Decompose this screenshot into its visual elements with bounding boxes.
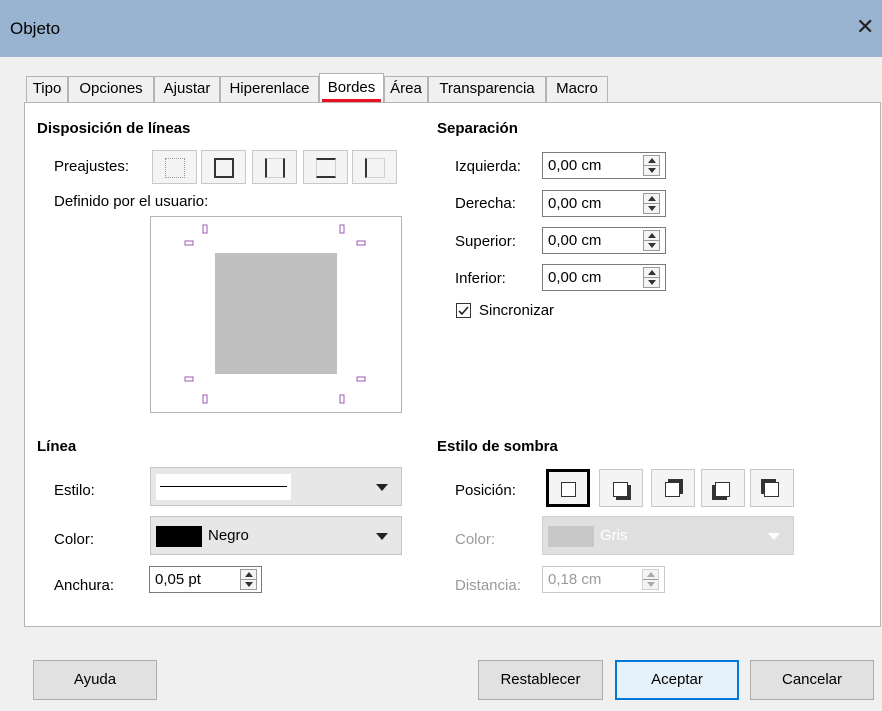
shadow-top-right-button[interactable] <box>651 469 695 507</box>
line-color-select[interactable]: Negro <box>150 516 402 555</box>
tab-opciones[interactable]: Opciones <box>68 76 154 102</box>
tab-bordes[interactable]: Bordes <box>319 73 384 102</box>
tab-ajustar[interactable]: Ajustar <box>154 76 220 102</box>
shadow-bottom-left-button[interactable] <box>701 469 745 507</box>
shadow-color-select[interactable]: Gris <box>542 516 794 555</box>
tab-hiperenlace[interactable]: Hiperenlace <box>220 76 319 102</box>
cancel-button[interactable]: Cancelar <box>750 660 874 700</box>
shadow-top-left-button[interactable] <box>750 469 794 507</box>
bottom-spacing-label: Inferior: <box>455 270 506 287</box>
shadow-color-label: Color: <box>455 531 496 548</box>
preset-left-button[interactable] <box>352 150 397 184</box>
preset-left-right-button[interactable] <box>252 150 297 184</box>
chevron-down-icon <box>376 533 388 540</box>
line-width-value: 0,05 pt <box>155 571 201 588</box>
bottom-spacing-spinner[interactable] <box>643 267 660 288</box>
shadow-none-button[interactable] <box>546 469 590 507</box>
tab-tipo[interactable]: Tipo <box>26 76 68 102</box>
bottom-spacing-value: 0,00 cm <box>548 269 602 286</box>
shadow-bottom-right-button[interactable] <box>599 469 643 507</box>
bottom-spacing-field[interactable]: 0,00 cm <box>542 264 666 291</box>
reset-button[interactable]: Restablecer <box>478 660 603 700</box>
line-style-select[interactable] <box>150 467 402 506</box>
spacing-heading: Separación <box>437 120 518 137</box>
left-spacing-field[interactable]: 0,00 cm <box>542 152 666 179</box>
line-arrangement-heading: Disposición de líneas <box>37 120 191 137</box>
line-style-label: Estilo: <box>54 482 95 499</box>
line-heading: Línea <box>37 438 77 455</box>
left-spacing-label: Izquierda: <box>455 158 521 175</box>
shadow-distance-spinner[interactable] <box>642 569 659 590</box>
line-color-value: Negro <box>208 527 249 544</box>
presets-label: Preajustes: <box>54 158 130 175</box>
border-preview[interactable] <box>150 216 402 413</box>
top-spacing-spinner[interactable] <box>643 230 660 251</box>
checkmark-icon <box>458 306 469 316</box>
line-width-spinner[interactable] <box>240 569 257 590</box>
help-button[interactable]: Ayuda <box>33 660 157 700</box>
line-width-label: Anchura: <box>54 577 115 594</box>
shadow-distance-value: 0,18 cm <box>548 571 602 588</box>
shadow-distance-field[interactable]: 0,18 cm <box>542 566 665 593</box>
color-swatch <box>156 526 202 547</box>
right-spacing-value: 0,00 cm <box>548 195 602 212</box>
title-bar: Objeto ✕ <box>0 0 882 57</box>
shadow-color-value: Gris <box>600 527 628 544</box>
left-spacing-value: 0,00 cm <box>548 157 602 174</box>
border-handle-markers <box>184 224 366 404</box>
right-spacing-field[interactable]: 0,00 cm <box>542 190 666 217</box>
shadow-distance-label: Distancia: <box>455 577 521 594</box>
chevron-down-icon <box>768 533 780 540</box>
tab-transparencia[interactable]: Transparencia <box>428 76 546 102</box>
sync-checkbox[interactable] <box>456 303 471 318</box>
tab-area[interactable]: Área <box>384 76 428 102</box>
left-spacing-spinner[interactable] <box>643 155 660 176</box>
line-width-field[interactable]: 0,05 pt <box>149 566 262 593</box>
ok-button[interactable]: Aceptar <box>615 660 739 700</box>
top-spacing-field[interactable]: 0,00 cm <box>542 227 666 254</box>
line-style-preview <box>156 474 291 500</box>
shadow-position-label: Posición: <box>455 482 516 499</box>
window-title: Objeto <box>10 19 61 38</box>
preset-all-borders-button[interactable] <box>201 150 246 184</box>
right-spacing-label: Derecha: <box>455 195 516 212</box>
sync-label: Sincronizar <box>479 302 555 319</box>
chevron-down-icon <box>376 484 388 491</box>
preset-top-bottom-button[interactable] <box>303 150 348 184</box>
tab-macro[interactable]: Macro <box>546 76 608 102</box>
right-spacing-spinner[interactable] <box>643 193 660 214</box>
line-color-label: Color: <box>54 531 95 548</box>
preset-none-button[interactable] <box>152 150 197 184</box>
shadow-heading: Estilo de sombra <box>437 438 558 455</box>
top-spacing-value: 0,00 cm <box>548 232 602 249</box>
color-swatch <box>548 526 594 547</box>
close-icon[interactable]: ✕ <box>856 14 874 40</box>
top-spacing-label: Superior: <box>455 233 516 250</box>
user-defined-label: Definido por el usuario: <box>54 193 209 210</box>
